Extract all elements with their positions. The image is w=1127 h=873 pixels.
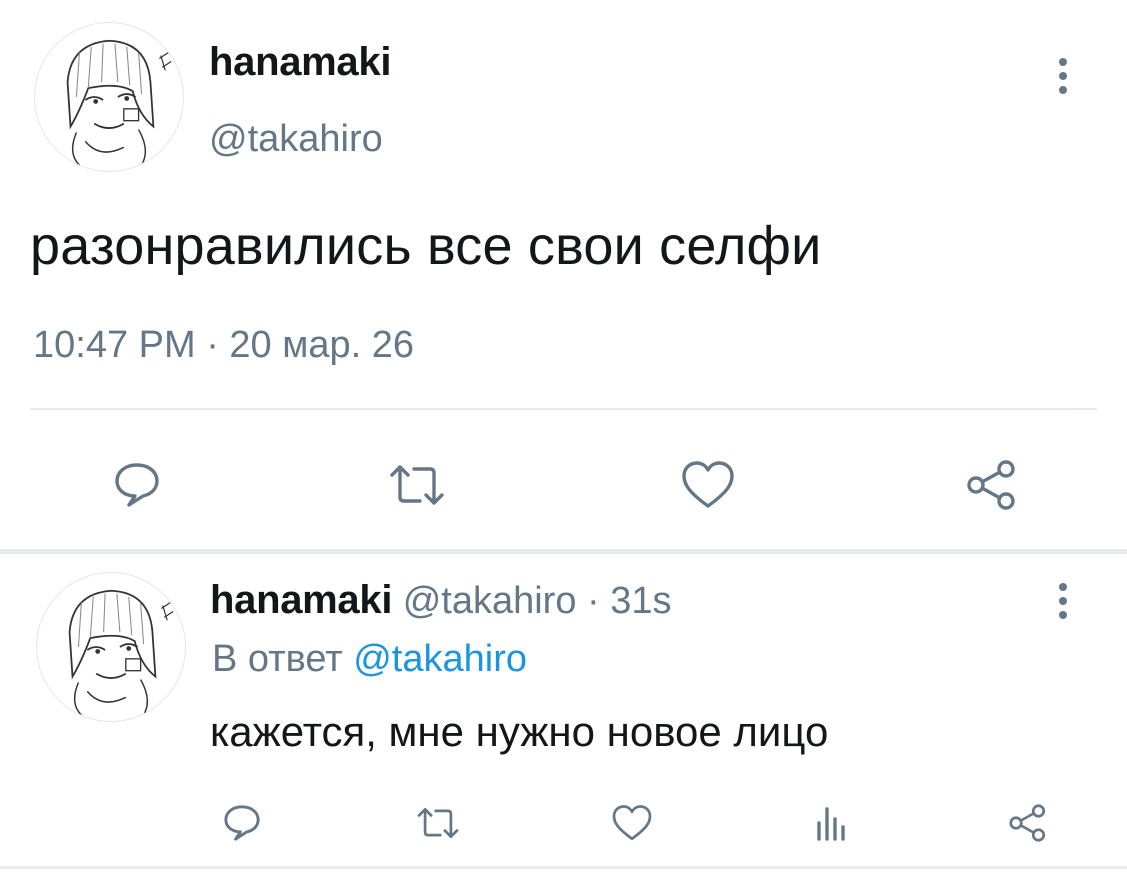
more-options-icon[interactable] (1045, 53, 1081, 99)
retweet-button[interactable] (408, 793, 468, 853)
tweet-time: · 31s (587, 580, 672, 622)
like-icon (682, 461, 734, 508)
share-button[interactable] (998, 793, 1058, 853)
reply-icon (115, 463, 159, 507)
user-handle[interactable]: @takahiro (403, 580, 577, 622)
display-name[interactable]: hanamaki (209, 40, 391, 85)
like-button[interactable] (671, 448, 745, 522)
avatar[interactable] (34, 22, 184, 172)
stats-icon (817, 807, 845, 841)
section-divider (0, 549, 1127, 554)
reply-header: hanamaki @takahiro · 31s (210, 578, 672, 623)
share-icon (1009, 804, 1046, 842)
reply-to-line: В ответ @takahiro (212, 638, 527, 681)
like-icon (612, 805, 652, 841)
retweet-icon (417, 807, 459, 839)
avatar[interactable] (36, 572, 186, 722)
more-options-icon[interactable] (1045, 578, 1081, 624)
divider (30, 408, 1097, 410)
tweet-timestamp[interactable]: 10:47 PM · 20 мар. 26 (33, 324, 414, 367)
manga-avatar-icon (68, 589, 174, 716)
reply-button[interactable] (100, 448, 174, 522)
retweet-icon (390, 465, 444, 505)
reply-to-handle-link[interactable]: @takahiro (353, 638, 527, 680)
divider (0, 866, 1127, 869)
reply-icon (224, 805, 260, 841)
stats-button[interactable] (800, 793, 860, 853)
share-icon (967, 460, 1015, 510)
display-name[interactable]: hanamaki (210, 578, 392, 622)
reply-button[interactable] (212, 793, 272, 853)
manga-avatar-icon (66, 39, 172, 166)
tweet-text: кажется, мне нужно новое лицо (210, 708, 829, 755)
retweet-button[interactable] (380, 448, 454, 522)
reply-to-prefix: В ответ (212, 638, 343, 680)
share-button[interactable] (955, 448, 1029, 522)
like-button[interactable] (602, 793, 662, 853)
user-handle[interactable]: @takahiro (209, 118, 383, 161)
tweet-text: разонравились все свои селфи (30, 216, 822, 276)
